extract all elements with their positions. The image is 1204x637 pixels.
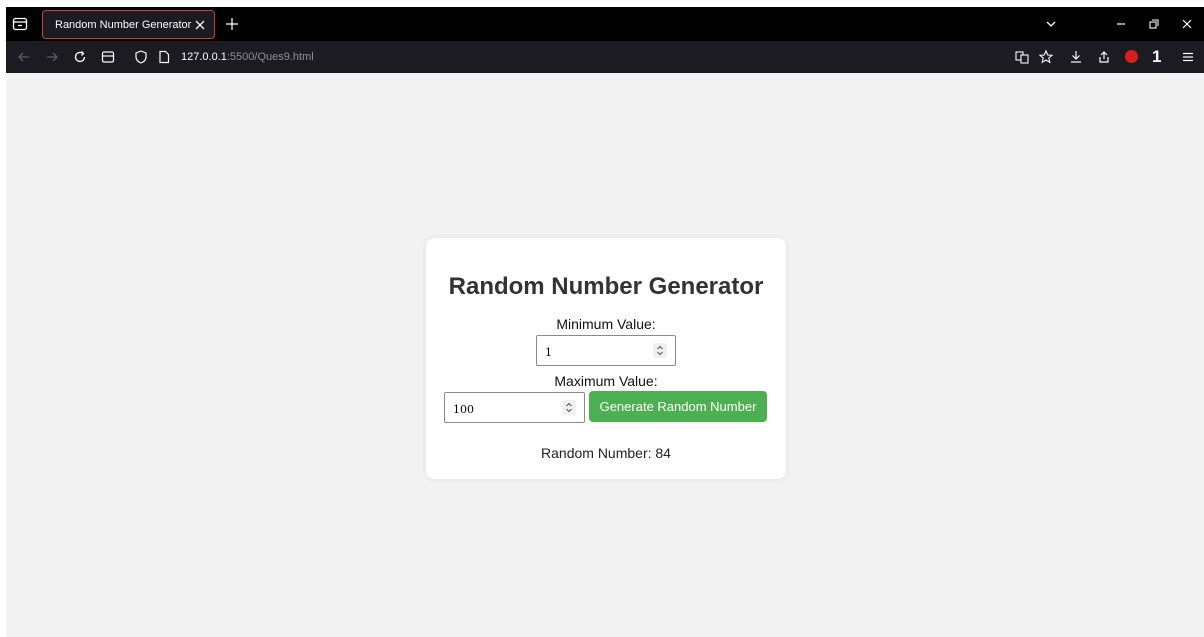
max-value-text: 100 bbox=[453, 403, 474, 416]
download-icon[interactable] bbox=[1068, 49, 1084, 65]
page-title: Random Number Generator bbox=[448, 273, 764, 300]
result-text: Random Number: 84 bbox=[541, 445, 671, 461]
stepper-icon[interactable] bbox=[653, 343, 667, 358]
account-badge[interactable]: 1 bbox=[1152, 47, 1161, 67]
ublock-icon[interactable] bbox=[1125, 50, 1138, 63]
tab-active[interactable]: Random Number Generator bbox=[42, 10, 215, 39]
tab-strip: Random Number Generator bbox=[6, 7, 1204, 41]
translate-icon[interactable] bbox=[1014, 49, 1030, 65]
min-value-label: Minimum Value: bbox=[556, 316, 656, 332]
share-icon[interactable] bbox=[1096, 49, 1112, 65]
generate-button[interactable]: Generate Random Number bbox=[589, 391, 767, 422]
max-value-label: Maximum Value: bbox=[554, 373, 658, 389]
back-arrow-icon[interactable] bbox=[16, 49, 32, 65]
stepper-icon[interactable] bbox=[562, 400, 576, 415]
chevron-down-icon[interactable] bbox=[1044, 17, 1058, 31]
forward-arrow-icon[interactable] bbox=[44, 49, 60, 65]
generator-card: Random Number Generator Minimum Value: 1… bbox=[426, 238, 786, 479]
url-text: 127.0.0.1:5500/Ques9.html bbox=[181, 51, 314, 63]
reload-icon[interactable] bbox=[72, 49, 88, 65]
restore-icon[interactable] bbox=[1147, 17, 1161, 31]
min-value-text: 1 bbox=[545, 346, 552, 359]
url-path: :5500/Ques9.html bbox=[226, 51, 314, 63]
tab-title: Random Number Generator bbox=[55, 19, 192, 31]
tab-overview-icon[interactable] bbox=[11, 15, 29, 33]
plus-icon[interactable] bbox=[224, 16, 240, 32]
star-icon[interactable] bbox=[1038, 49, 1054, 65]
sidebar-icon[interactable] bbox=[100, 49, 116, 65]
browser-window: Random Number Generator 127.0.0.1:5500/Q… bbox=[6, 7, 1204, 637]
url-bar[interactable]: 127.0.0.1:5500/Ques9.html bbox=[126, 44, 1006, 70]
minimize-icon[interactable] bbox=[1114, 17, 1128, 31]
window-close-icon[interactable] bbox=[1180, 17, 1194, 31]
hamburger-menu-icon[interactable] bbox=[1180, 49, 1196, 65]
page-icon[interactable] bbox=[156, 49, 172, 65]
url-host: 127.0.0.1 bbox=[181, 51, 227, 63]
nav-toolbar: 127.0.0.1:5500/Ques9.html 1 bbox=[6, 41, 1204, 73]
page-viewport: Random Number Generator Minimum Value: 1… bbox=[6, 73, 1204, 637]
shield-icon[interactable] bbox=[133, 49, 149, 65]
min-value-input[interactable]: 1 bbox=[536, 335, 676, 366]
close-icon[interactable] bbox=[193, 18, 207, 32]
max-value-input[interactable]: 100 bbox=[444, 392, 585, 423]
